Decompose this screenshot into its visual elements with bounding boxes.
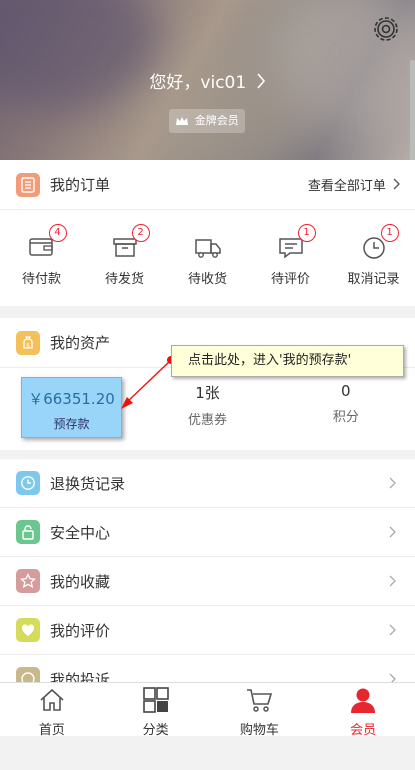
user-icon — [349, 687, 377, 717]
chevron-right-icon — [389, 572, 397, 591]
chevron-right-icon — [389, 621, 397, 640]
order-label: 待评价 — [270, 272, 310, 287]
view-all-orders-label: 查看全部订单 — [307, 178, 386, 194]
tab-category[interactable]: 分类 — [104, 683, 208, 738]
menu-security[interactable]: 安全中心 — [0, 508, 415, 557]
tab-member[interactable]: 会员 — [311, 683, 415, 738]
greeting-link[interactable]: 您好，vic01 — [0, 68, 415, 94]
box-icon: 2 — [110, 224, 150, 262]
deposit-label: 预存款 — [53, 417, 90, 431]
home-icon — [38, 687, 66, 717]
order-cancel-records[interactable]: 1 取消记录 — [332, 210, 415, 306]
count-badge: 4 — [48, 224, 67, 242]
menu-list: 退换货记录 安全中心 我的收藏 我的评价 我的投诉 — [0, 459, 415, 704]
greeting-text: 您好，vic01 — [149, 73, 247, 93]
menu-label: 退换货记录 — [50, 474, 126, 493]
lock-icon — [16, 520, 40, 544]
bottom-spacer — [0, 736, 415, 770]
chevron-right-icon — [389, 523, 397, 542]
deposit-button[interactable]: ￥66351.20 预存款 — [21, 377, 122, 438]
chevron-right-icon — [389, 474, 397, 493]
menu-returns[interactable]: 退换货记录 — [0, 459, 415, 508]
member-badge-label: 金牌会员 — [194, 114, 239, 127]
order-label: 待收货 — [187, 272, 227, 287]
bottom-tab-bar: 首页 分类 购物车 会员 — [0, 682, 415, 738]
menu-label: 我的收藏 — [50, 572, 111, 591]
member-badge: 金牌会员 — [169, 109, 245, 133]
points-item[interactable]: 0 积分 — [277, 382, 415, 448]
svg-text:$: $ — [26, 342, 30, 349]
points-value: 0 — [341, 382, 351, 400]
tab-home[interactable]: 首页 — [0, 683, 104, 738]
tooltip-hint: 点击此处，进入'我的预存款' — [171, 345, 404, 377]
star-icon — [16, 569, 40, 593]
menu-favorites[interactable]: 我的收藏 — [0, 557, 415, 606]
view-all-orders-link[interactable]: 查看全部订单 — [308, 175, 401, 195]
menu-reviews[interactable]: 我的评价 — [0, 606, 415, 655]
order-label: 取消记录 — [347, 272, 400, 287]
orders-panel: 我的订单 查看全部订单 4 待付款 2 待发货 待收货 1 待评价 1 取消记录 — [0, 160, 415, 306]
profile-header: 您好，vic01 金牌会员 — [0, 0, 415, 160]
chevron-right-icon — [256, 72, 266, 94]
menu-label: 我的评价 — [50, 621, 111, 640]
money-bag-icon: $ — [16, 330, 40, 355]
count-badge: 1 — [380, 224, 399, 242]
comment-icon: 1 — [276, 224, 316, 262]
cart-icon — [245, 687, 273, 717]
wallet-icon: 4 — [27, 224, 67, 262]
order-pending-receipt[interactable]: 待收货 — [166, 210, 249, 306]
settings-gear-icon[interactable] — [373, 16, 399, 42]
order-pending-payment[interactable]: 4 待付款 — [0, 210, 83, 306]
order-pending-shipment[interactable]: 2 待发货 — [83, 210, 166, 306]
clock-icon — [16, 471, 40, 495]
order-list-icon — [16, 172, 40, 197]
tooltip-arrow — [121, 356, 175, 409]
chevron-right-icon — [393, 178, 401, 194]
clock-icon: 1 — [359, 224, 399, 262]
count-badge: 1 — [297, 224, 316, 242]
heart-icon — [16, 618, 40, 642]
deposit-value: ￥66351.20 — [28, 390, 115, 408]
orders-title: 我的订单 — [50, 176, 111, 194]
crown-icon — [176, 117, 189, 125]
points-label: 积分 — [332, 410, 359, 425]
order-label: 待付款 — [21, 272, 61, 287]
count-badge: 2 — [131, 224, 150, 242]
order-label: 待发货 — [104, 272, 144, 287]
tab-cart[interactable]: 购物车 — [208, 683, 312, 738]
truck-icon — [193, 232, 223, 262]
category-icon — [142, 687, 170, 717]
order-pending-review[interactable]: 1 待评价 — [249, 210, 332, 306]
menu-label: 安全中心 — [50, 523, 111, 542]
